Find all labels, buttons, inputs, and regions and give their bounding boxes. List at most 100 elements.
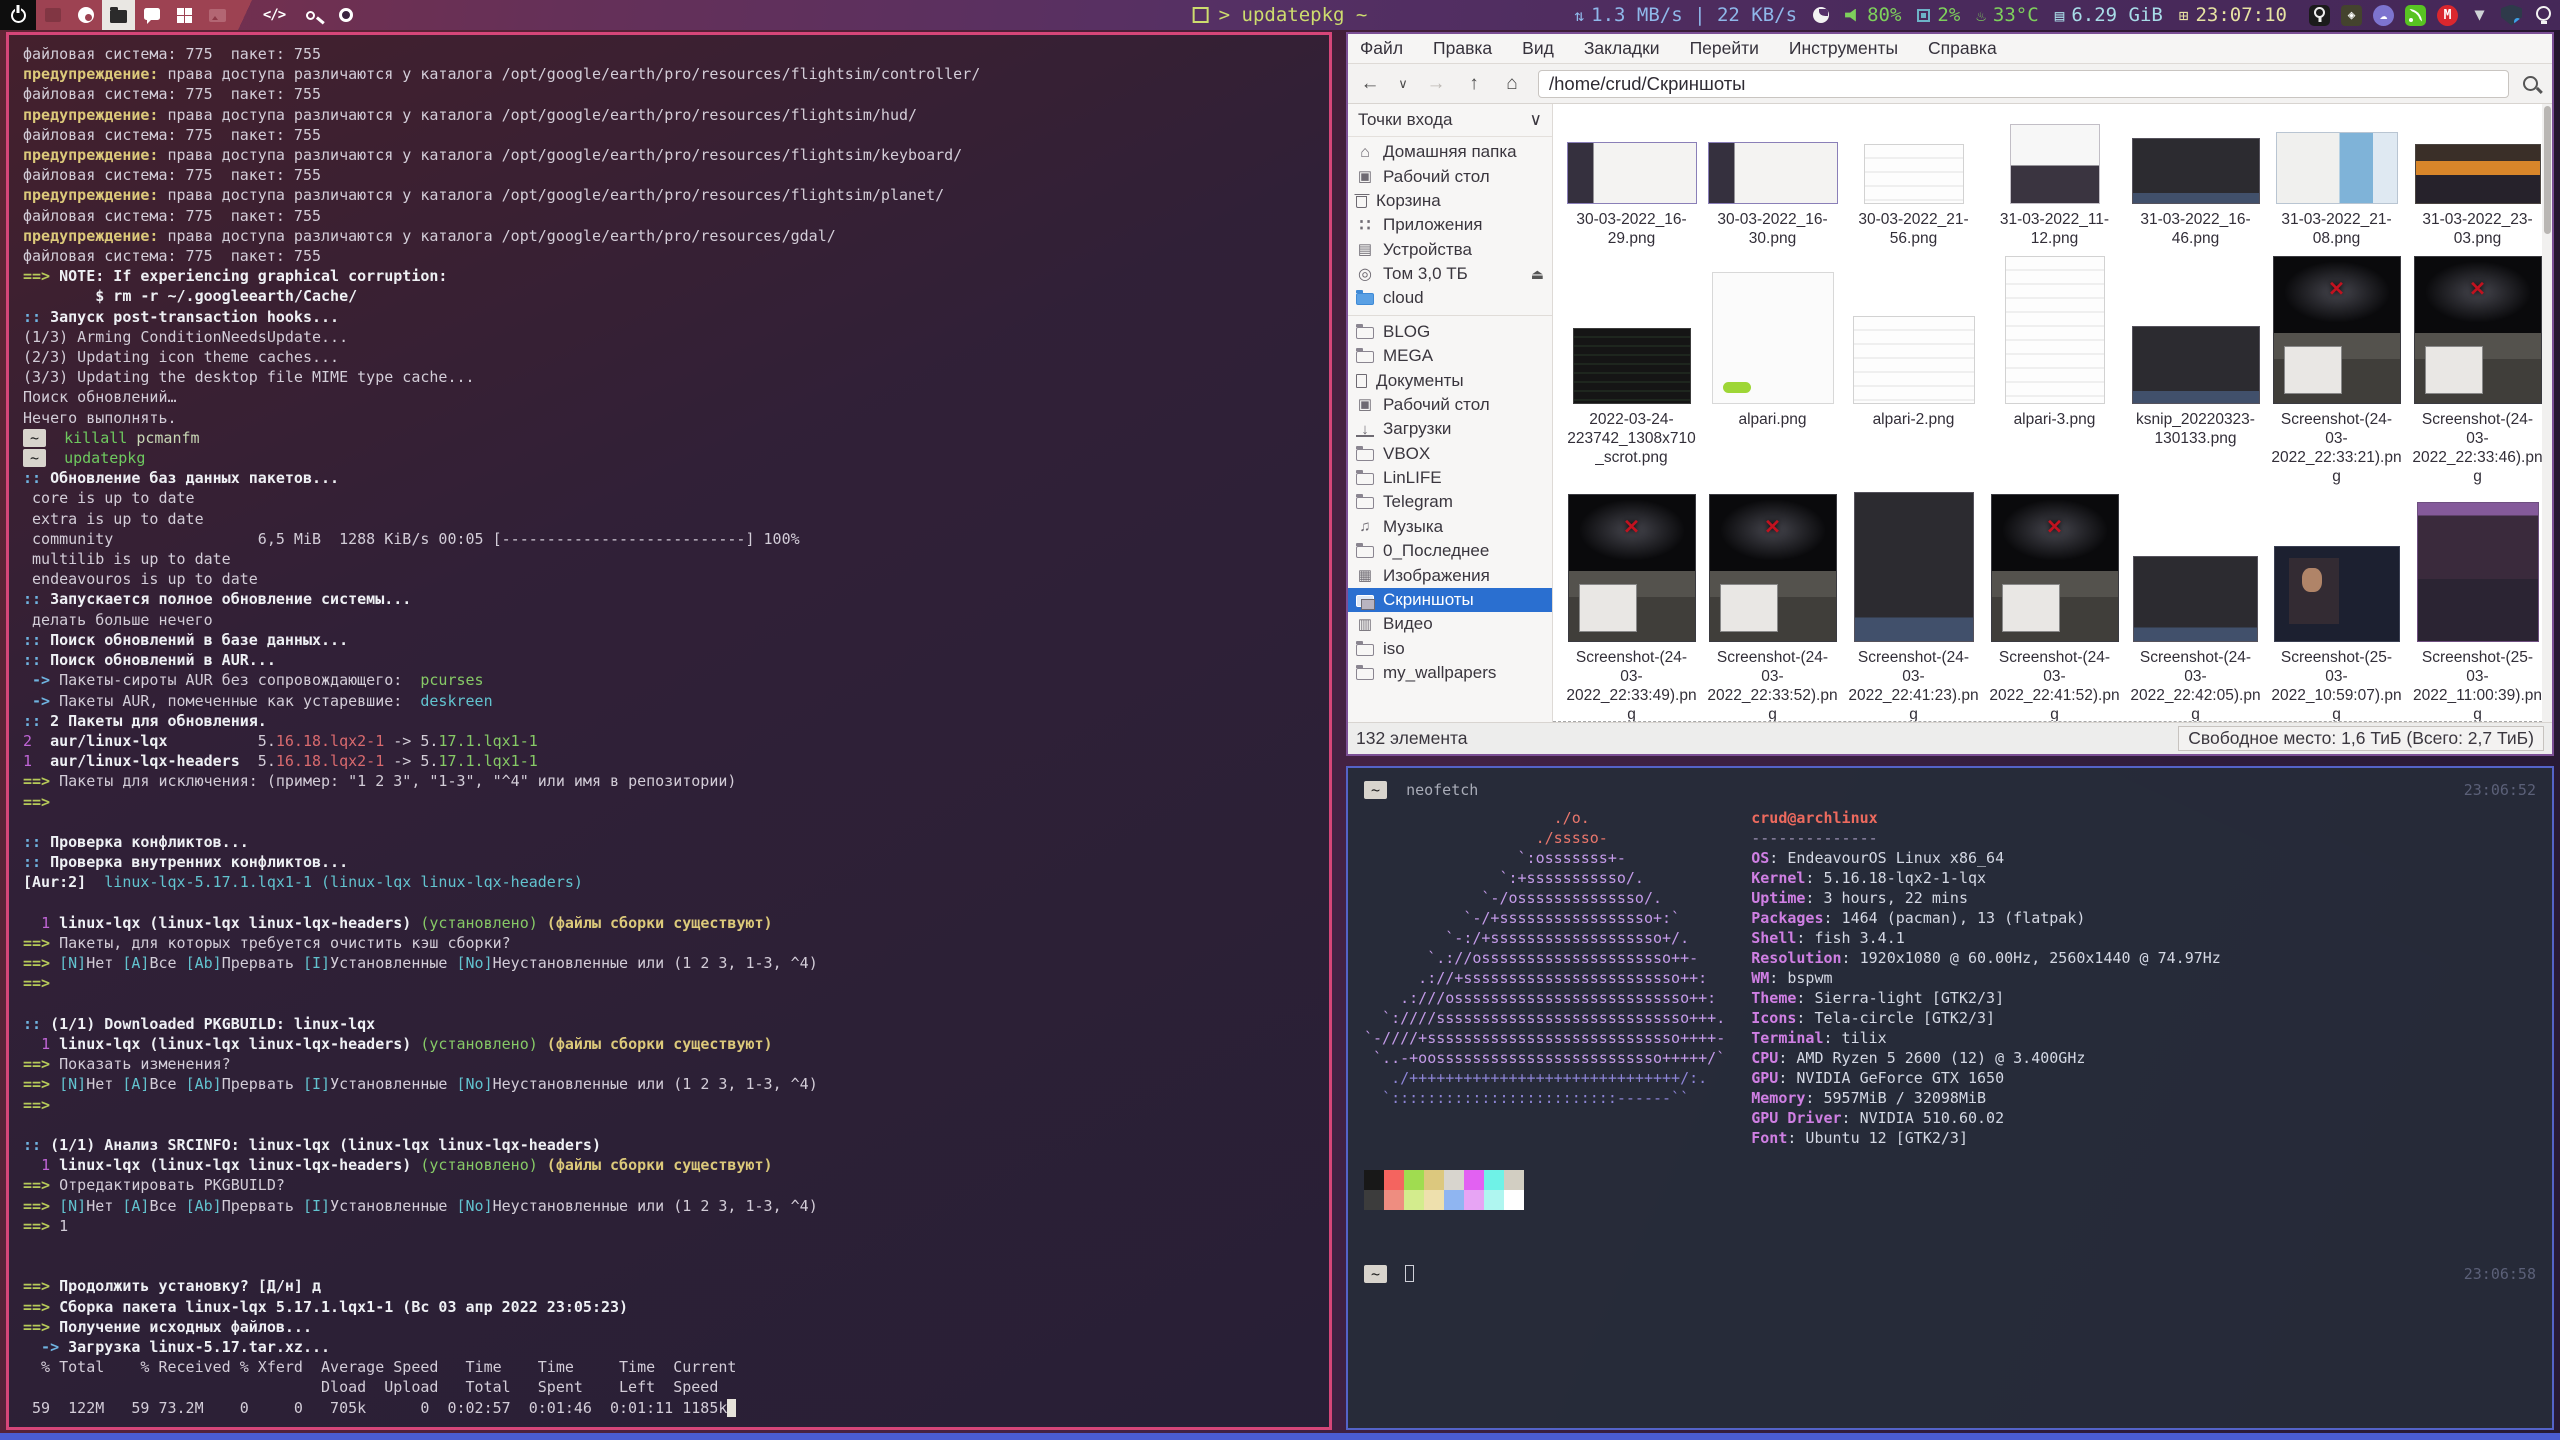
menu-item[interactable]: Вид xyxy=(1522,38,1554,59)
menu-item[interactable]: Закладки xyxy=(1584,38,1660,59)
terminal-line: предупреждение: права доступа различаютс… xyxy=(23,64,1315,84)
sidebar-item[interactable]: Музыка xyxy=(1348,515,1552,539)
sidebar-item[interactable]: Загрузки xyxy=(1348,417,1552,441)
terminal-cursor xyxy=(1405,1265,1414,1282)
sidebar-item[interactable]: Домашняя папка xyxy=(1348,140,1552,164)
workspace-windows[interactable] xyxy=(168,0,201,30)
file-item[interactable]: 31-03-2022_23-03.png xyxy=(2407,110,2548,250)
menu-item[interactable]: Инструменты xyxy=(1789,38,1898,59)
sidebar-item[interactable]: LinLIFE xyxy=(1348,466,1552,490)
workspace-music[interactable] xyxy=(328,0,364,30)
file-item[interactable]: Screenshot-(24-03-2022_22:33:52).png xyxy=(1702,488,1843,722)
workspace-key[interactable] xyxy=(292,0,328,30)
sidebar-item[interactable]: iso xyxy=(1348,637,1552,661)
menu-item[interactable]: Справка xyxy=(1928,38,1997,59)
terminal-line: файловая система: 775 пакет: 755 xyxy=(23,165,1315,185)
file-item[interactable]: 31-03-2022_16-46.png xyxy=(2125,110,2266,250)
keepassxc-icon[interactable] xyxy=(2309,5,2330,26)
sidebar-item[interactable]: Рабочий стол xyxy=(1348,164,1552,188)
workspace-power[interactable] xyxy=(0,0,36,30)
sidebar-item[interactable]: Документы xyxy=(1348,368,1552,392)
lightbulb-icon[interactable] xyxy=(2533,5,2554,26)
menu-item[interactable]: Правка xyxy=(1433,38,1492,59)
shield-icon[interactable] xyxy=(2501,5,2522,26)
sidebar-item-label: cloud xyxy=(1383,288,1544,308)
file-item[interactable]: Screenshot-(24-03-2022_22:42:05).png xyxy=(2125,488,2266,722)
file-thumbnail xyxy=(1991,494,2119,642)
file-item[interactable]: 31-03-2022_11-12.png xyxy=(1984,110,2125,250)
sidebar-item[interactable]: Изображения xyxy=(1348,563,1552,587)
home-button[interactable]: ⌂ xyxy=(1500,73,1524,95)
menu-item[interactable]: Файл xyxy=(1360,38,1403,59)
terminal-line xyxy=(23,1115,1315,1135)
sidebar-item[interactable]: Устройства xyxy=(1348,238,1552,262)
palette-swatch xyxy=(1464,1170,1484,1190)
sidebar-item[interactable]: cloud xyxy=(1348,286,1552,310)
file-item[interactable]: 2022-03-24-223742_1308x710_scrot.png xyxy=(1561,250,1702,488)
workspace-firefox[interactable] xyxy=(69,0,102,30)
sidebar-item[interactable]: 0_Последнее xyxy=(1348,539,1552,563)
up-button[interactable]: ↑ xyxy=(1462,73,1486,95)
file-item[interactable]: 30-03-2022_16-30.png xyxy=(1702,110,1843,250)
sidebar-item[interactable]: Том 3,0 ТБ⏏ xyxy=(1348,262,1552,286)
search-icon[interactable] xyxy=(2523,76,2538,91)
sidebar-item[interactable]: BLOG xyxy=(1348,320,1552,344)
file-item[interactable]: alpari-2.png xyxy=(1843,250,1984,488)
scrollbar[interactable] xyxy=(2542,104,2552,722)
file-item[interactable]: Screenshot-(25-03-2022_11:00:39).png xyxy=(2407,488,2548,722)
file-item[interactable]: Screenshot-(24-03-2022_22:41:23).png xyxy=(1843,488,1984,722)
prompt-badge: ~ xyxy=(1364,781,1387,799)
variety-icon[interactable]: ◈ xyxy=(2341,5,2362,26)
folder-blue-icon xyxy=(1356,293,1374,305)
sidebar-item[interactable]: Рабочий стол xyxy=(1348,393,1552,417)
file-name: 30-03-2022_16-29.png xyxy=(1565,210,1698,248)
menu-item[interactable]: Перейти xyxy=(1690,38,1759,59)
dropbox-icon[interactable]: ▼ xyxy=(2469,5,2490,26)
file-item[interactable]: 30-03-2022_16-29.png xyxy=(1561,110,1702,250)
palette-swatch xyxy=(1384,1170,1404,1190)
rss-feed-icon[interactable] xyxy=(2405,5,2426,26)
terminal-line: -> Загрузка linux-5.17.tar.xz... xyxy=(23,1337,1315,1357)
file-item[interactable]: alpari.png xyxy=(1702,250,1843,488)
file-manager-window[interactable]: Файл Правка Вид Закладки Перейти Инструменты С… xyxy=(1346,32,2554,756)
workspace-chat[interactable] xyxy=(135,0,168,30)
eject-icon[interactable]: ⏏ xyxy=(1531,266,1544,283)
sidebar-item-label: Устройства xyxy=(1383,240,1544,260)
file-item[interactable]: ksnip_20220323-130133.png xyxy=(2125,250,2266,488)
sidebar-item[interactable]: VBOX xyxy=(1348,442,1552,466)
file-item[interactable]: 31-03-2022_21-08.png xyxy=(2266,110,2407,250)
palette-swatch xyxy=(1504,1190,1524,1210)
mega-icon[interactable]: M xyxy=(2437,5,2458,26)
sidebar-item[interactable]: my_wallpapers xyxy=(1348,661,1552,685)
scrollbar-thumb[interactable] xyxy=(2544,106,2551,234)
workspace-terminal[interactable] xyxy=(36,0,69,30)
file-item[interactable]: Screenshot-(25-03-2022_10:59:07).png xyxy=(2266,488,2407,722)
sidebar-item[interactable]: Приложения xyxy=(1348,213,1552,237)
left-terminal-window[interactable]: файловая система: 775 пакет: 755 предупре… xyxy=(6,32,1332,1430)
sidebar-item[interactable]: Видео xyxy=(1348,612,1552,636)
workspace-code[interactable]: </> xyxy=(256,0,292,30)
nextcloud-icon[interactable]: ☁ xyxy=(2373,5,2394,26)
file-item[interactable]: 30-03-2022_21-56.png xyxy=(1843,110,1984,250)
sidebar-item[interactable]: Скриншоты xyxy=(1348,588,1552,612)
history-dropdown[interactable]: ∨ xyxy=(1396,76,1410,92)
sidebar-item[interactable]: Telegram xyxy=(1348,490,1552,514)
sidebar-item[interactable]: MEGA xyxy=(1348,344,1552,368)
file-item[interactable]: Screenshot-(24-03-2022_22:41:52).png xyxy=(1984,488,2125,722)
file-item[interactable]: Screenshot-(24-03-2022_22:33:21).png xyxy=(2266,250,2407,488)
workspace-files[interactable] xyxy=(102,0,135,30)
file-item[interactable]: Screenshot-(24-03-2022_22:33:46).png xyxy=(2407,250,2548,488)
file-item[interactable]: Screenshot-(24-03-2022_22:33:49).png xyxy=(1561,488,1702,722)
terminal-line: :: (1/1) Анализ SRCINFO: linux-lqx (linu… xyxy=(23,1135,1315,1155)
back-button[interactable]: ← xyxy=(1358,73,1382,95)
path-bar[interactable]: /home/crud/Скриншоты xyxy=(1538,70,2509,98)
file-item[interactable]: alpari-3.png xyxy=(1984,250,2125,488)
bottom-terminal-window[interactable]: ~ neofetch 23:06:52 ./o. ./sssso- `:osss… xyxy=(1346,766,2554,1430)
sidebar-item[interactable]: Корзина xyxy=(1348,189,1552,213)
forward-button[interactable]: → xyxy=(1424,73,1448,95)
terminal-line: ==> xyxy=(23,973,1315,993)
sidebar-mode-select[interactable]: Точки входа ∨ xyxy=(1348,106,1552,137)
workspace-image[interactable] xyxy=(201,0,234,30)
calendar-icon: ⊞ xyxy=(2179,6,2189,25)
image-icon xyxy=(209,9,226,22)
